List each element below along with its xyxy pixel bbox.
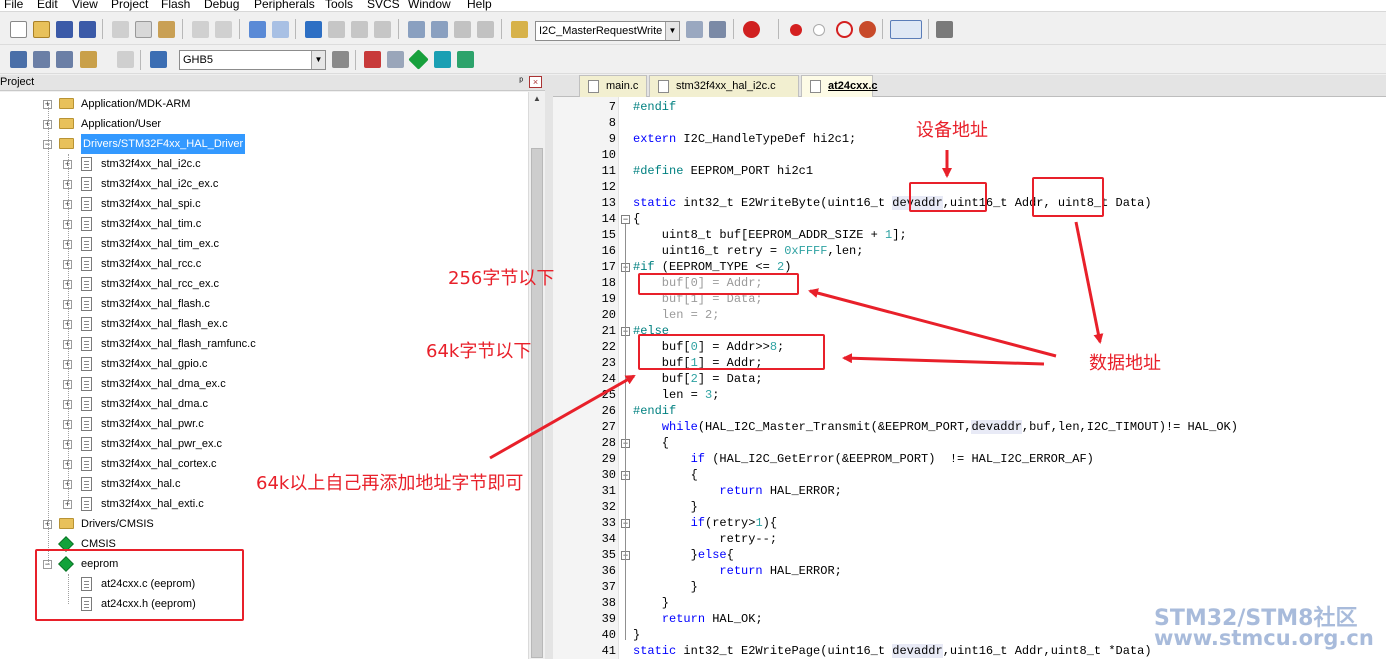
buf-256-highlight-box xyxy=(638,273,799,295)
watermark-line2: www.stmcu.org.cn xyxy=(1154,626,1374,650)
arrow-data-addr-buf1 xyxy=(842,353,1045,366)
annotation-device-addr: 设备地址 xyxy=(916,120,988,141)
ide-window: File Edit View Project Flash Debug Peripherals… xyxy=(0,0,1386,659)
eeprom-group-highlight-box xyxy=(35,549,244,621)
arrow-data-addr xyxy=(1074,221,1104,344)
addr-highlight-box xyxy=(1032,177,1104,217)
arrow-over-64k xyxy=(489,374,636,460)
arrow-data-addr-buf0 xyxy=(808,288,1057,358)
annotation-data-addr: 数据地址 xyxy=(1089,353,1161,374)
annotation-under-256: 256字节以下 xyxy=(448,268,555,289)
buf-64k-highlight-box xyxy=(638,334,825,370)
annotation-over-64k: 64k以上自己再添加地址字节即可 xyxy=(256,473,524,494)
devaddr-highlight-box xyxy=(909,182,987,212)
annotation-under-64k: 64k字节以下 xyxy=(426,341,532,362)
